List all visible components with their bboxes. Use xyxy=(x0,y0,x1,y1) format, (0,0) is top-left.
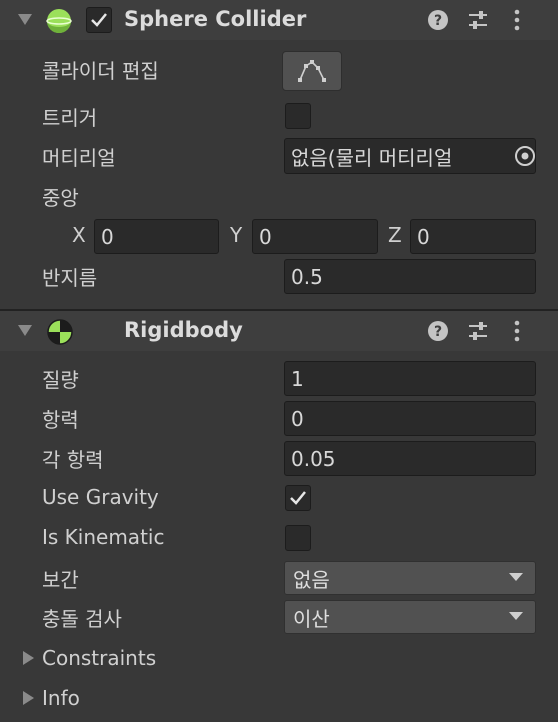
radius-label: 반지름 xyxy=(42,266,98,290)
sphere-collider-enabled-checkbox[interactable] xyxy=(86,7,112,33)
help-icon[interactable]: ? xyxy=(427,9,449,31)
use-gravity-checkbox[interactable] xyxy=(285,485,311,511)
interpolate-label: 보간 xyxy=(42,568,79,592)
edit-collider-label: 콜라이더 편집 xyxy=(42,59,159,83)
help-icon[interactable]: ? xyxy=(427,320,449,342)
drag-label: 항력 xyxy=(42,408,79,432)
foldout-collapsed-icon[interactable] xyxy=(21,650,35,666)
rigidbody-title: Rigidbody xyxy=(124,318,243,342)
interpolate-value: 없음 xyxy=(293,567,330,592)
checkmark-icon xyxy=(290,491,306,505)
info-foldout[interactable]: Info xyxy=(42,686,80,710)
foldout-expanded-icon[interactable] xyxy=(17,12,33,26)
constraints-foldout[interactable]: Constraints xyxy=(42,646,156,670)
rigidbody-icon xyxy=(47,319,73,345)
center-z-value: 0 xyxy=(417,224,430,249)
center-y-value: 0 xyxy=(259,224,272,249)
kebab-menu-icon[interactable] xyxy=(511,8,523,32)
collision-detection-dropdown[interactable]: 이산 xyxy=(284,600,536,634)
center-x-value: 0 xyxy=(101,224,114,249)
drag-value: 0 xyxy=(291,406,304,431)
collision-detection-label: 충돌 검사 xyxy=(42,607,122,631)
svg-text:?: ? xyxy=(434,13,442,29)
center-label: 중앙 xyxy=(42,186,79,210)
presets-icon[interactable] xyxy=(466,319,490,343)
use-gravity-label: Use Gravity xyxy=(42,485,159,509)
radius-value: 0.5 xyxy=(291,264,323,289)
angular-drag-value: 0.05 xyxy=(291,446,336,471)
edit-collider-button[interactable] xyxy=(282,51,342,91)
foldout-collapsed-icon[interactable] xyxy=(21,690,35,706)
material-label: 머티리얼 xyxy=(42,146,116,170)
object-picker-icon[interactable] xyxy=(514,145,536,167)
angular-drag-label: 각 항력 xyxy=(42,448,104,472)
angular-drag-field[interactable]: 0.05 xyxy=(284,441,536,476)
trigger-checkbox[interactable] xyxy=(285,103,311,129)
center-x-label[interactable]: X xyxy=(72,223,86,247)
trigger-label: 트리거 xyxy=(42,106,98,130)
chevron-down-icon xyxy=(509,573,523,581)
material-value: 없음(물리 머티리얼 xyxy=(291,145,453,170)
center-y-label[interactable]: Y xyxy=(230,223,242,247)
sphere-collider-title: Sphere Collider xyxy=(124,7,307,31)
is-kinematic-checkbox[interactable] xyxy=(285,525,311,551)
material-object-field[interactable]: 없음(물리 머티리얼 xyxy=(284,138,536,174)
checkmark-icon xyxy=(91,13,107,27)
mass-label: 질량 xyxy=(42,368,79,392)
center-x-field[interactable]: 0 xyxy=(94,219,219,254)
foldout-expanded-icon[interactable] xyxy=(17,323,33,337)
kebab-menu-icon[interactable] xyxy=(511,319,523,343)
sphere-collider-icon xyxy=(46,9,72,33)
edit-collider-icon xyxy=(298,60,326,82)
center-z-label[interactable]: Z xyxy=(388,223,402,247)
collision-detection-value: 이산 xyxy=(293,606,330,631)
interpolate-dropdown[interactable]: 없음 xyxy=(284,561,536,595)
is-kinematic-label: Is Kinematic xyxy=(42,525,165,549)
chevron-down-icon xyxy=(509,612,523,620)
mass-value: 1 xyxy=(291,366,304,391)
radius-field[interactable]: 0.5 xyxy=(284,259,536,294)
center-z-field[interactable]: 0 xyxy=(410,219,536,254)
center-y-field[interactable]: 0 xyxy=(252,219,378,254)
drag-field[interactable]: 0 xyxy=(284,401,536,436)
svg-text:?: ? xyxy=(434,324,442,340)
mass-field[interactable]: 1 xyxy=(284,361,536,396)
presets-icon[interactable] xyxy=(466,8,490,32)
